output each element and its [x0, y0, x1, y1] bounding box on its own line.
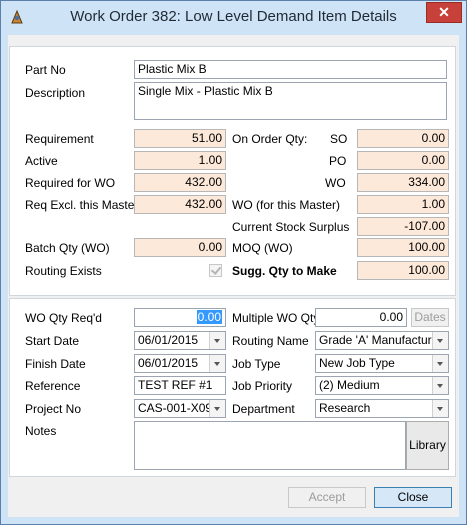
job-priority-label: Job Priority: [232, 379, 293, 393]
job-priority-select[interactable]: (2) Medium: [315, 376, 449, 395]
on-order-qty-label: On Order Qty:: [232, 132, 308, 146]
job-type-select[interactable]: New Job Type: [315, 354, 449, 373]
po-field: 0.00: [357, 151, 449, 170]
wo-label: WO: [325, 176, 346, 190]
requirement-field: 51.00: [134, 129, 226, 148]
title-bar[interactable]: Work Order 382: Low Level Demand Item De…: [1, 1, 466, 35]
project-no-value: CAS-001-X09: [138, 401, 213, 415]
dialog-body: Part No Plastic Mix B Description Single…: [8, 35, 459, 517]
routing-name-label: Routing Name: [232, 334, 309, 348]
chevron-down-icon[interactable]: [432, 355, 448, 372]
library-button[interactable]: Library: [406, 421, 449, 470]
job-type-label: Job Type: [232, 357, 281, 371]
notes-input[interactable]: [134, 421, 406, 470]
batch-qty-label: Batch Qty (WO): [25, 241, 110, 255]
requirement-label: Requirement: [25, 132, 94, 146]
routing-exists-checkbox: [209, 264, 222, 277]
job-priority-value: (2) Medium: [319, 378, 380, 392]
reference-label: Reference: [25, 379, 81, 393]
work-order-panel: WO Qty Req'd 0.00 Start Date 06/01/2015 …: [9, 298, 456, 477]
multiple-wo-qty-label: Multiple WO Qty: [232, 311, 320, 325]
active-label: Active: [25, 154, 58, 168]
window-close-button[interactable]: ✕: [426, 2, 462, 23]
window-title: Work Order 382: Low Level Demand Item De…: [70, 8, 397, 25]
dates-button[interactable]: Dates: [411, 308, 449, 327]
chevron-down-icon[interactable]: [432, 332, 448, 349]
stock-surplus-label: Current Stock Surplus: [232, 220, 350, 234]
accept-button[interactable]: Accept: [288, 487, 366, 508]
req-excl-master-label: Req Excl. this Master: [25, 198, 139, 212]
wo-field: 334.00: [357, 173, 449, 192]
so-field: 0.00: [357, 129, 449, 148]
project-no-select[interactable]: CAS-001-X09: [134, 399, 226, 418]
wo-master-field: 1.00: [357, 195, 449, 214]
batch-qty-field: 0.00: [134, 238, 226, 257]
close-button[interactable]: Close: [374, 487, 452, 508]
wo-master-label: WO (for this Master): [232, 198, 341, 212]
wo-qty-input[interactable]: 0.00: [134, 308, 226, 327]
start-date-value: 06/01/2015: [138, 333, 199, 347]
so-label: SO: [330, 132, 348, 146]
active-field: 1.00: [134, 151, 226, 170]
chevron-down-icon[interactable]: [432, 377, 448, 394]
sugg-qty-label: Sugg. Qty to Make: [232, 264, 337, 278]
moq-field: 100.00: [357, 238, 449, 257]
chevron-down-icon[interactable]: [209, 400, 225, 417]
req-excl-master-field: 432.00: [134, 195, 226, 214]
chevron-down-icon[interactable]: [432, 400, 448, 417]
chevron-down-icon[interactable]: [209, 332, 225, 349]
description-field[interactable]: Single Mix - Plastic Mix B: [134, 82, 447, 120]
start-date-picker[interactable]: 06/01/2015: [134, 331, 226, 350]
finish-date-label: Finish Date: [25, 357, 86, 371]
po-label: PO: [329, 154, 347, 168]
moq-label: MOQ (WO): [232, 241, 293, 255]
part-no-label: Part No: [25, 63, 66, 77]
department-label: Department: [232, 402, 295, 416]
reference-input[interactable]: TEST REF #1: [134, 376, 226, 395]
required-for-wo-label: Required for WO: [25, 176, 116, 190]
item-details-panel: Part No Plastic Mix B Description Single…: [9, 46, 456, 296]
work-order-dialog: Work Order 382: Low Level Demand Item De…: [0, 0, 467, 525]
project-no-label: Project No: [25, 402, 82, 416]
department-select[interactable]: Research: [315, 399, 449, 418]
chevron-down-icon[interactable]: [209, 355, 225, 372]
sugg-qty-field: 100.00: [357, 261, 449, 280]
routing-exists-label: Routing Exists: [25, 264, 102, 278]
description-label: Description: [25, 86, 86, 100]
routing-name-select[interactable]: Grade 'A' Manufacture: [315, 331, 449, 350]
notes-label: Notes: [25, 424, 57, 438]
routing-name-value: Grade 'A' Manufacture: [319, 333, 439, 347]
wo-qty-label: WO Qty Req'd: [25, 311, 102, 325]
start-date-label: Start Date: [25, 334, 80, 348]
finish-date-value: 06/01/2015: [138, 356, 199, 370]
department-value: Research: [319, 401, 371, 415]
wo-qty-value: 0.00: [196, 310, 222, 324]
required-for-wo-field: 432.00: [134, 173, 226, 192]
finish-date-picker[interactable]: 06/01/2015: [134, 354, 226, 373]
stock-surplus-field: -107.00: [357, 217, 449, 236]
job-type-value: New Job Type: [319, 356, 395, 370]
part-no-field[interactable]: Plastic Mix B: [134, 60, 447, 79]
multiple-wo-qty-input[interactable]: 0.00: [315, 308, 407, 327]
